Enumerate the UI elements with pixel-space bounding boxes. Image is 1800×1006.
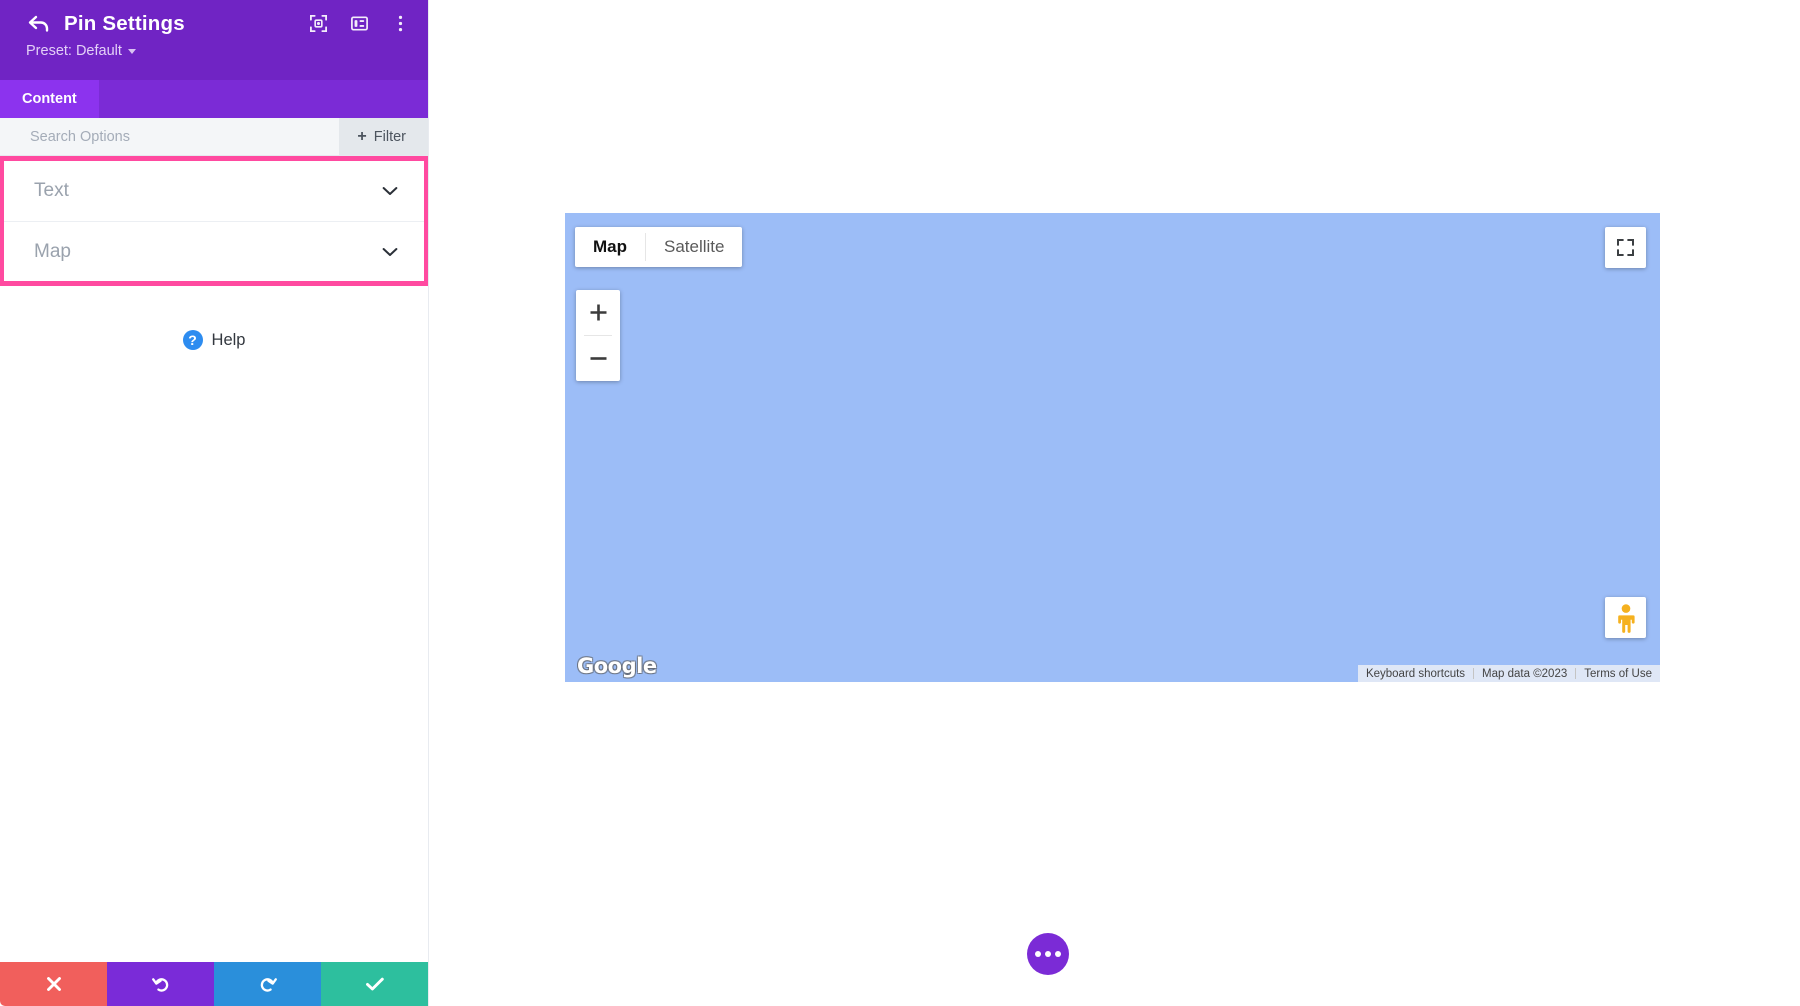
plus-icon [590,304,606,321]
redo-button[interactable] [214,962,321,1006]
redo-icon [260,978,277,992]
content-canvas: Map Satellite Google Keyboard shortcuts … [429,0,1800,1006]
map-type-map-label: Map [593,237,627,256]
panel-action-bar [0,962,428,1006]
panel-tabbar: Content [0,80,428,118]
toggle-section-text[interactable]: Text [4,161,424,221]
save-button[interactable] [321,962,428,1006]
map-fullscreen-button[interactable] [1605,227,1646,268]
pin-settings-panel: Pin Settings Preset: Default Content Sea… [0,0,429,1006]
undo-button[interactable] [107,962,214,1006]
keyboard-shortcuts-link[interactable]: Keyboard shortcuts [1358,668,1473,680]
back-arrow-icon[interactable] [26,13,52,35]
street-view-pegman-button[interactable] [1605,597,1646,638]
map-type-satellite-label: Satellite [664,237,725,256]
help-label: Help [211,330,246,349]
toggle-section-text-label: Text [34,180,69,201]
search-input[interactable] [0,118,340,155]
zoom-in-button[interactable] [576,290,620,335]
chevron-down-icon [382,247,398,256]
help-question-icon: ? [182,330,203,350]
map-data-credit: Map data ©2023 [1482,667,1568,680]
more-vertical-icon[interactable] [391,14,410,33]
more-options-fab[interactable] [1027,933,1069,975]
google-watermark: Google [577,654,657,678]
panel-header: Pin Settings Preset: Default [0,0,428,80]
preset-label: Preset: Default [26,43,122,59]
fullscreen-expand-icon [1617,239,1634,256]
preset-selector[interactable]: Preset: Default [26,43,408,59]
street-view-pegman-icon [1617,603,1635,633]
search-options-row: + Filter [0,118,428,156]
map-type-control: Map Satellite [575,227,743,267]
google-map-embed[interactable]: Map Satellite Google Keyboard shortcuts … [565,213,1660,682]
toggle-section-map[interactable]: Map [4,221,424,281]
toggle-section-map-label: Map [34,240,71,262]
terms-of-use-link[interactable]: Terms of Use [1576,668,1660,680]
filter-button-label: Filter [373,128,406,145]
plus-icon: + [357,127,367,145]
zoom-out-button[interactable] [576,336,620,381]
filter-button[interactable]: + Filter [339,118,428,155]
tab-content[interactable]: Content [0,80,99,118]
panel-spacer [0,350,428,962]
fab-dot-icon [1035,951,1041,957]
cancel-button[interactable] [0,962,107,1006]
panel-header-icons [309,14,410,33]
undo-icon [151,978,168,992]
map-type-satellite-button[interactable]: Satellite [646,227,742,267]
fab-dot-icon [1045,951,1051,957]
layout-panel-icon[interactable] [350,14,369,33]
close-icon [46,977,61,991]
preset-caret-icon [127,48,136,54]
highlighted-options-group: Text Map [0,156,428,286]
map-attribution-bar: Keyboard shortcuts Map data ©2023 Terms … [1357,665,1660,682]
page-title: Pin Settings [64,12,185,35]
map-zoom-control [576,290,620,381]
fab-dot-icon [1055,951,1061,957]
help-link[interactable]: ? Help [0,330,428,350]
minus-icon [590,357,606,360]
tab-content-label: Content [22,91,77,107]
check-icon [365,977,384,991]
map-type-map-button[interactable]: Map [575,227,645,267]
chevron-down-icon [382,187,398,195]
focus-target-icon[interactable] [309,14,328,33]
